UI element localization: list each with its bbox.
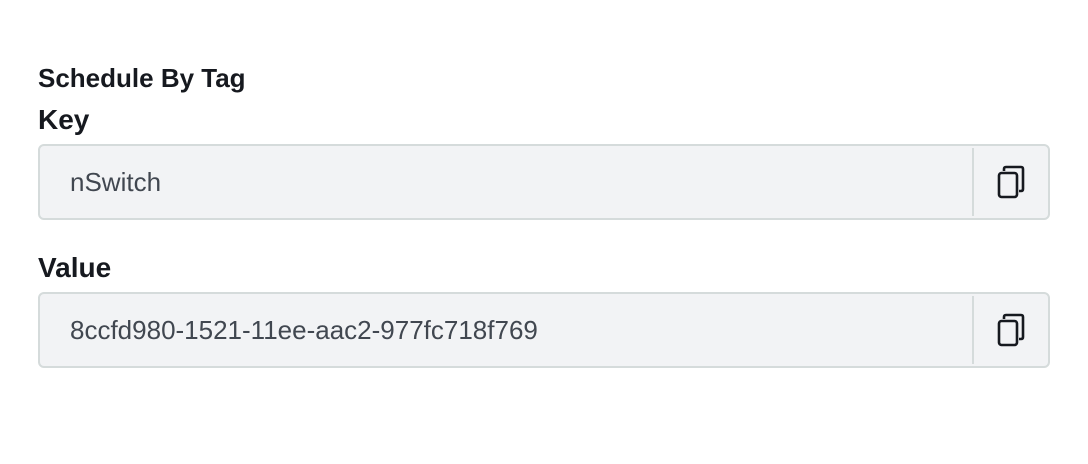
section-title: Schedule By Tag — [38, 63, 246, 93]
value-input[interactable] — [40, 294, 972, 366]
copy-icon — [996, 313, 1026, 347]
value-label: Value — [38, 252, 112, 283]
copy-value-button[interactable] — [972, 296, 1048, 364]
key-field — [38, 144, 1050, 220]
schedule-by-tag-panel: Schedule By Tag Key Value — [38, 56, 1050, 368]
key-input[interactable] — [40, 146, 972, 218]
key-label: Key — [38, 104, 90, 135]
copy-key-button[interactable] — [972, 148, 1048, 216]
key-field-group: Key — [38, 100, 1050, 220]
value-field-group: Value — [38, 248, 1050, 368]
value-field — [38, 292, 1050, 368]
copy-icon — [996, 165, 1026, 199]
